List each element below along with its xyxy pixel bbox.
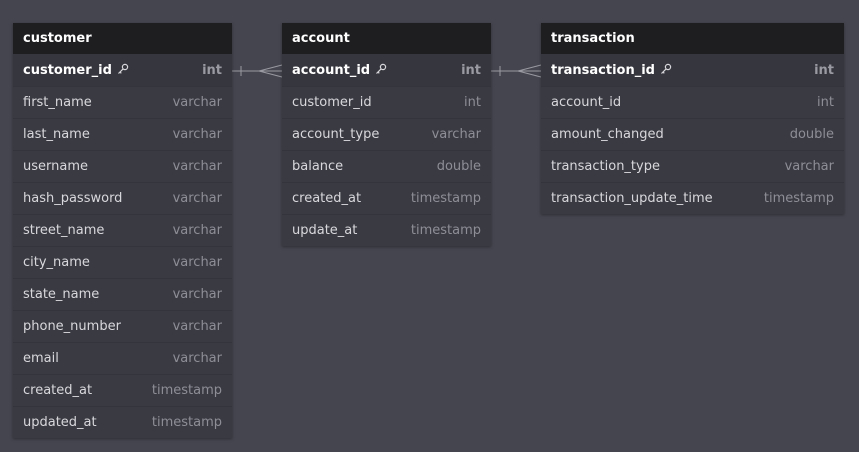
column-type: double (436, 159, 481, 174)
column-name: account_id (292, 62, 371, 78)
column-row[interactable]: customer_id int (282, 86, 491, 118)
column-row[interactable]: state_name varchar (13, 278, 232, 310)
column-row[interactable]: account_id int (541, 86, 844, 118)
column-type: varchar (172, 191, 222, 206)
column-name: account_id (551, 95, 622, 110)
column-type: int (817, 95, 834, 110)
column-type: timestamp (151, 383, 222, 398)
column-row[interactable]: city_name varchar (13, 246, 232, 278)
column-row[interactable]: created_at timestamp (282, 182, 491, 214)
key-icon (117, 63, 129, 74)
table-customer[interactable]: customer customer_id int first_namevarch… (13, 23, 232, 438)
column-row[interactable]: account_type varchar (282, 118, 491, 150)
relationship-account-transaction (491, 64, 542, 78)
column-name: account_type (292, 127, 380, 142)
column-row[interactable]: amount_changed double (541, 118, 844, 150)
column-row[interactable]: street_name varchar (13, 214, 232, 246)
column-name: street_name (23, 223, 105, 238)
column-row[interactable]: last_name varchar (13, 118, 232, 150)
column-name: updated_at (23, 415, 97, 430)
column-type: varchar (172, 287, 222, 302)
column-type: varchar (784, 159, 834, 174)
column-name: amount_changed (551, 127, 664, 142)
column-name: transaction_id (551, 62, 655, 78)
column-type: varchar (172, 255, 222, 270)
column-type: double (789, 127, 834, 142)
column-type: int (461, 62, 481, 78)
column-name: last_name (23, 127, 90, 142)
key-icon (376, 63, 387, 74)
table-header[interactable]: transaction (541, 23, 844, 54)
column-type: varchar (172, 351, 222, 366)
column-row[interactable]: transaction_update_time timestamp (541, 182, 844, 214)
column-row[interactable]: email varchar (13, 342, 232, 374)
column-name: city_name (23, 255, 90, 270)
column-name: customer_id (23, 62, 112, 78)
column-row[interactable]: account_id int (282, 54, 491, 86)
table-transaction[interactable]: transaction transaction_id int account_i… (541, 23, 844, 214)
column-type: varchar (172, 159, 222, 174)
column-row[interactable]: update_at timestamp (282, 214, 491, 246)
column-row[interactable]: updated_at timestamp (13, 406, 232, 438)
column-type: varchar (172, 127, 222, 142)
column-type: int (202, 62, 222, 78)
table-columns: customer_id int first_name varchar last_n… (13, 54, 232, 438)
table-account[interactable]: account account_id int customer_id int ac… (282, 23, 491, 246)
column-row[interactable]: customer_id int (13, 54, 232, 86)
table-header[interactable]: account (282, 23, 491, 54)
column-row[interactable]: hash_password varchar (13, 182, 232, 214)
column-row[interactable]: first_name varchar (13, 86, 232, 118)
column-name: hash_password (23, 191, 123, 206)
relationship-customer-account (232, 64, 283, 78)
column-type: varchar (172, 95, 222, 110)
column-row[interactable]: balance double (282, 150, 491, 182)
column-name: created_at (23, 383, 93, 398)
table-columns: account_id int customer_id int account_ty… (282, 54, 491, 246)
column-type: timestamp (763, 191, 834, 206)
column-row[interactable]: created_at timestamp (13, 374, 232, 406)
column-type: timestamp (410, 191, 481, 206)
column-name: state_name (23, 287, 100, 302)
column-row[interactable]: transaction_type varchar (541, 150, 844, 182)
column-name: created_at (292, 191, 362, 206)
column-name: first_name (23, 95, 92, 110)
column-row[interactable]: username varchar (13, 150, 232, 182)
column-name: transaction_update_time (551, 191, 713, 206)
column-type: varchar (431, 127, 481, 142)
column-row[interactable]: phone_number varchar (13, 310, 232, 342)
column-name: phone_number (23, 319, 121, 334)
column-type: timestamp (410, 223, 481, 238)
table-columns: transaction_id int account_id int amount_… (541, 54, 844, 214)
column-name: balance (292, 159, 344, 174)
column-type: timestamp (151, 415, 222, 430)
column-type: int (814, 62, 834, 78)
column-row[interactable]: transaction_id int (541, 54, 844, 86)
column-name: update_at (292, 223, 358, 238)
key-icon (661, 63, 672, 74)
er-diagram-canvas: customer customer_id int first_namevarch… (0, 0, 859, 452)
column-name: username (23, 159, 88, 174)
table-header[interactable]: customer (13, 23, 232, 54)
column-name: customer_id (292, 95, 372, 110)
column-name: email (23, 351, 59, 366)
column-name: transaction_type (551, 159, 660, 174)
column-type: varchar (172, 223, 222, 238)
column-type: varchar (172, 319, 222, 334)
column-type: int (464, 95, 481, 110)
